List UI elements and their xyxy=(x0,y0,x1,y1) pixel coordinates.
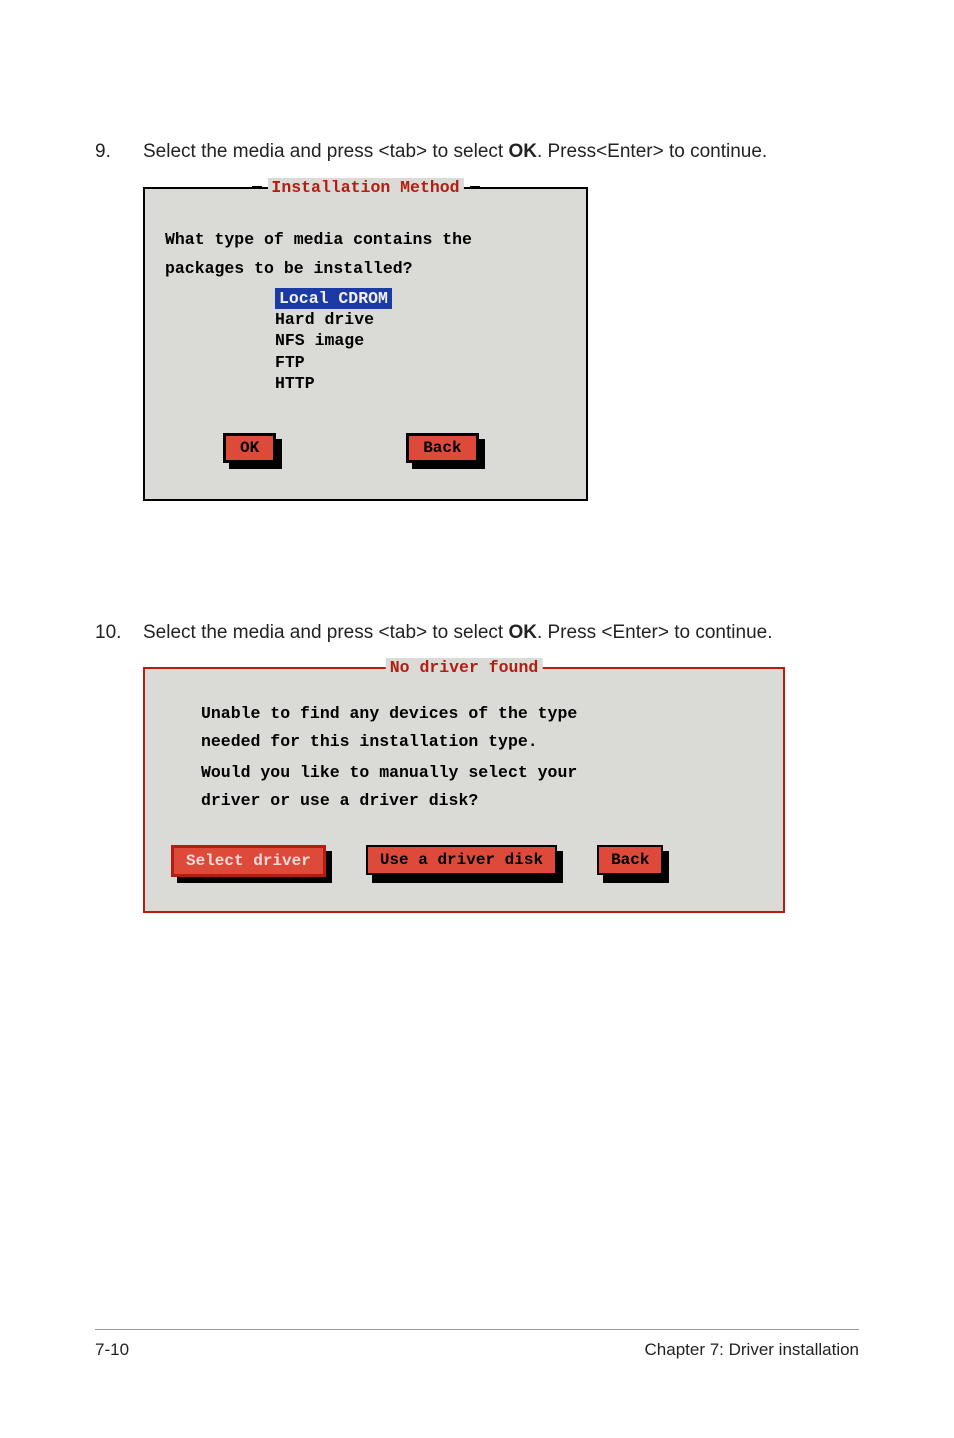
option-local-cdrom[interactable]: Local CDROM xyxy=(275,288,392,309)
dialog-button-row: OK Back xyxy=(165,433,566,463)
option-hard-drive[interactable]: Hard drive xyxy=(275,310,374,329)
step-text: Select the media and press <tab> to sele… xyxy=(143,140,859,165)
select-driver-button[interactable]: Select driver xyxy=(171,845,326,877)
dialog-button-row: Select driver Use a driver disk Back xyxy=(171,845,727,877)
dialog-msg-line3: Would you like to manually select your xyxy=(201,762,727,783)
step-10: 10. Select the media and press <tab> to … xyxy=(95,621,859,646)
step-text: Select the media and press <tab> to sele… xyxy=(143,621,859,646)
media-option-list: Local CDROM Hard drive NFS image FTP HTT… xyxy=(275,288,566,395)
page-footer: 7-10 Chapter 7: Driver installation xyxy=(95,1329,859,1360)
no-driver-dialog-wrap: No driver found Unable to find any devic… xyxy=(143,667,859,913)
dialog-title: Installation Method xyxy=(267,178,463,197)
no-driver-found-dialog: No driver found Unable to find any devic… xyxy=(143,667,785,913)
dialog-msg-line4: driver or use a driver disk? xyxy=(201,790,727,811)
back-button-label: Back xyxy=(406,433,478,463)
select-driver-label: Select driver xyxy=(171,845,326,877)
back-button-label: Back xyxy=(597,845,663,875)
installation-method-dialog-wrap: Installation Method What type of media c… xyxy=(143,187,859,501)
step-number: 10. xyxy=(95,621,143,646)
back-button[interactable]: Back xyxy=(406,433,478,463)
chapter-label: Chapter 7: Driver installation xyxy=(645,1340,859,1360)
ok-button[interactable]: OK xyxy=(223,433,276,463)
dialog-msg-line2: needed for this installation type. xyxy=(201,731,727,752)
dialog-question-line1: What type of media contains the xyxy=(165,229,566,250)
installation-method-dialog: Installation Method What type of media c… xyxy=(143,187,588,501)
dialog-question-line2: packages to be installed? xyxy=(165,258,566,279)
option-http[interactable]: HTTP xyxy=(275,374,315,393)
option-ftp[interactable]: FTP xyxy=(275,353,305,372)
use-driver-disk-button[interactable]: Use a driver disk xyxy=(366,845,557,877)
use-driver-disk-label: Use a driver disk xyxy=(366,845,557,875)
option-nfs-image[interactable]: NFS image xyxy=(275,331,364,350)
dialog-title: No driver found xyxy=(386,658,543,677)
page-number: 7-10 xyxy=(95,1340,129,1360)
step-number: 9. xyxy=(95,140,143,165)
step-9: 9. Select the media and press <tab> to s… xyxy=(95,140,859,165)
back-button[interactable]: Back xyxy=(597,845,663,877)
ok-button-label: OK xyxy=(223,433,276,463)
dialog-msg-line1: Unable to find any devices of the type xyxy=(201,703,727,724)
